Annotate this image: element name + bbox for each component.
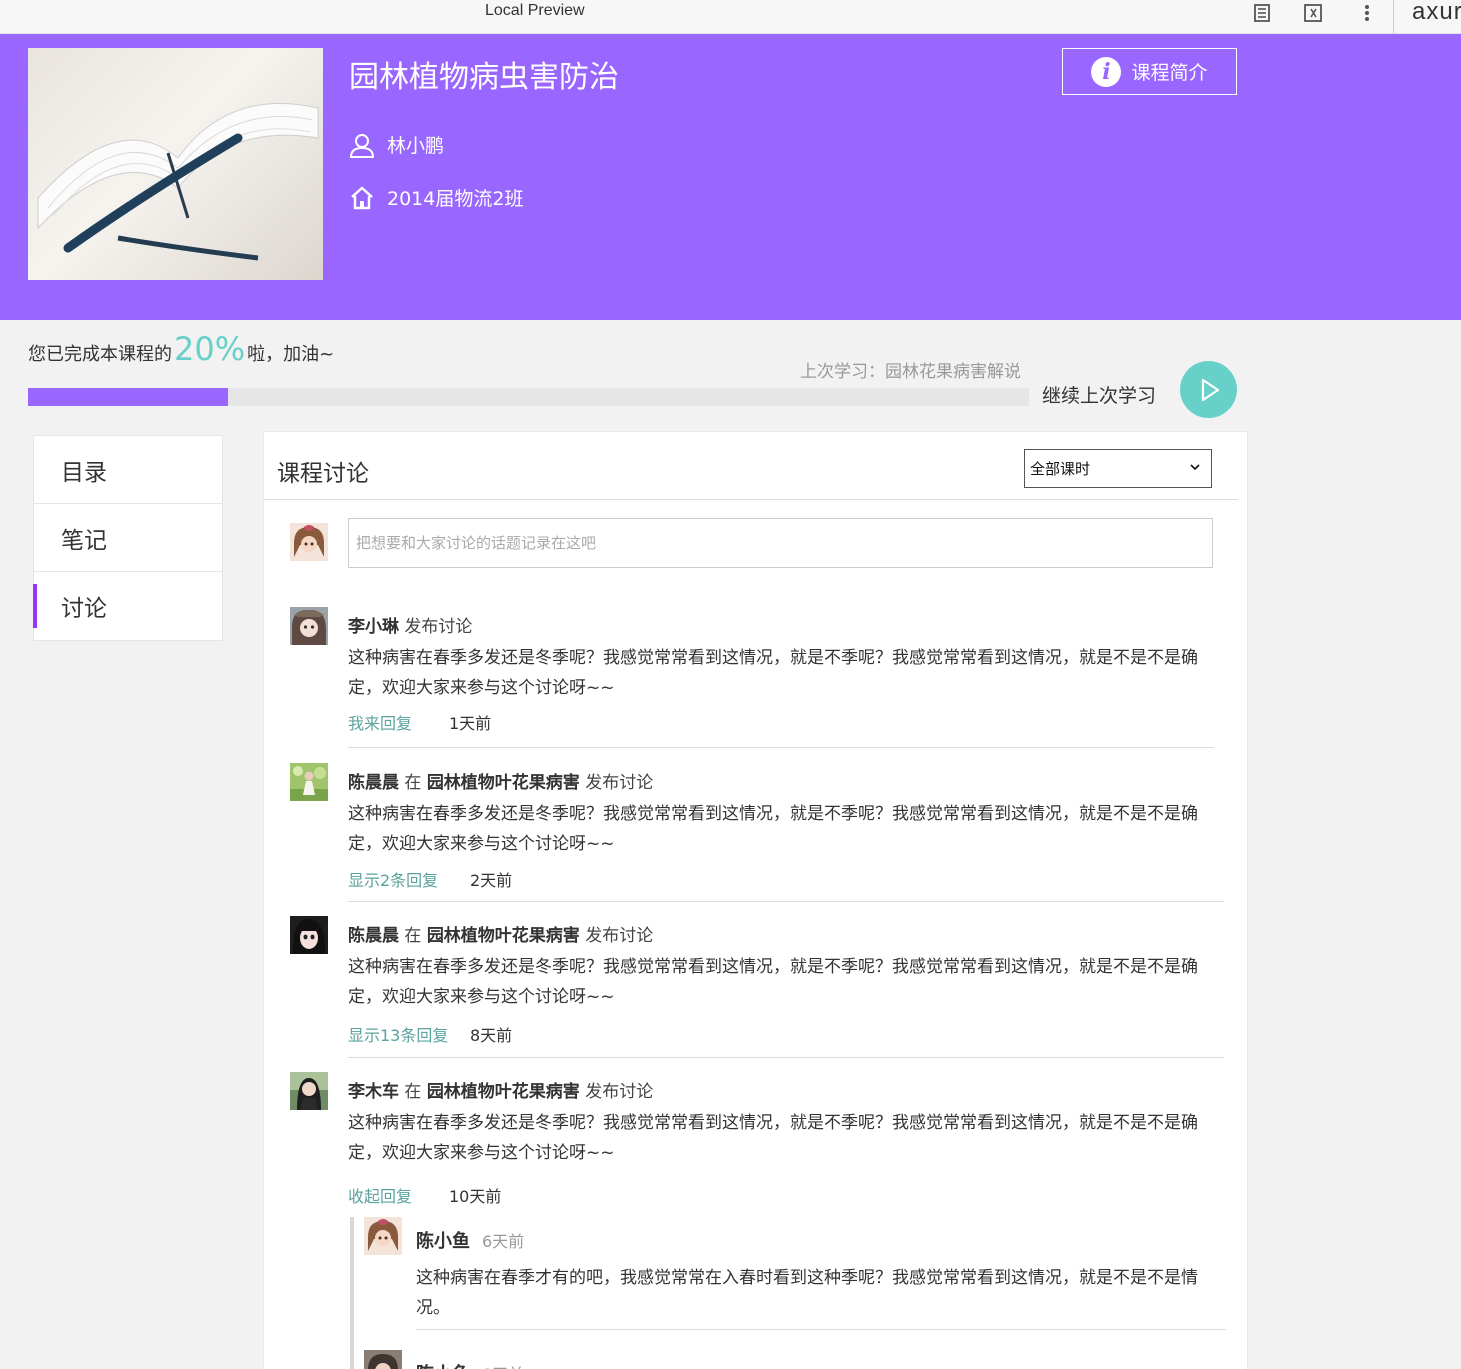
class-row: 2014届物流2班 — [349, 184, 523, 211]
sidenav-item-label: 目录 — [61, 459, 107, 486]
post-author-name[interactable]: 李木车 — [348, 1082, 399, 1102]
discussion-compose-input[interactable] — [348, 518, 1213, 568]
post-author-avatar — [290, 763, 328, 801]
post-author-avatar — [290, 1072, 328, 1110]
window-title: Local Preview — [485, 2, 585, 19]
reply-author-name[interactable]: 陈小鱼 — [416, 1360, 470, 1369]
course-cover-image — [28, 48, 323, 280]
lesson-filter-select[interactable]: 全部课时 — [1024, 449, 1212, 488]
post-in-word: 在 — [404, 926, 422, 946]
sidenav-item-notes[interactable]: 笔记 — [34, 504, 222, 572]
post-time: 1天前 — [449, 714, 492, 733]
post-author-name[interactable]: 李小琳 — [348, 617, 399, 637]
progress-bar-fill — [28, 388, 229, 406]
post-author-name[interactable]: 陈晨晨 — [348, 926, 399, 946]
info-icon: i — [1091, 56, 1122, 87]
course-header: 园林植物病虫害防治 林小鹏 2014届物流2班 i 课程简介 — [0, 34, 1461, 320]
show-replies-button[interactable]: 显示2条回复 — [348, 867, 438, 891]
post-author-name[interactable]: 陈晨晨 — [348, 773, 399, 793]
preview-toolbar: Local Preview axur — [0, 0, 1461, 34]
show-replies-button[interactable]: 显示13条回复 — [348, 1022, 448, 1046]
discussion-title: 课程讨论 — [277, 461, 369, 487]
sidenav-item-discussion[interactable]: 讨论 — [33, 572, 222, 640]
class-name: 2014届物流2班 — [387, 188, 524, 210]
sidenav-item-label: 讨论 — [61, 596, 107, 622]
last-study-label: 上次学习：园林花果病害解说 — [800, 362, 1021, 382]
reply-divider — [416, 1329, 1226, 1330]
exit-fullscreen-icon[interactable] — [1302, 2, 1324, 24]
collapse-replies-button[interactable]: 收起回复 — [348, 1183, 412, 1207]
brand-logo: axur — [1412, 0, 1461, 25]
post-action: 发布讨论 — [585, 1082, 654, 1102]
lesson-filter-value: 全部课时 — [1030, 460, 1091, 478]
reply-body: 这种病害在春季才有的吧，我感觉常常在入春时看到这种季呢？我感觉常常看到这情况，就… — [416, 1268, 1198, 1318]
post-divider — [348, 901, 1224, 902]
post-author-line: 陈晨晨 在 园林植物叶花果病害 发布讨论 — [348, 921, 653, 946]
progress-summary: 您已完成本课程的 20% 啦，加油~ — [28, 330, 334, 368]
reply-time: 6天前 — [482, 1232, 525, 1251]
post-divider — [348, 1057, 1224, 1058]
post-body: 这种病害在春季多发还是冬季呢？我感觉常常看到这情况，就是不季呢？我感觉常常看到这… — [348, 1113, 1198, 1163]
discussion-header: 课程讨论 全部课时 — [264, 432, 1238, 500]
home-icon — [349, 185, 375, 211]
progress-bar — [28, 388, 1029, 406]
reply-thread: 陈小鱼 6天前 这种病害在春季才有的吧，我感觉常常在入春时看到这种季呢？我感觉常… — [350, 1217, 1226, 1369]
chevron-down-icon — [1190, 464, 1200, 471]
progress-suffix: 啦，加油~ — [247, 344, 335, 365]
discussion-panel: 课程讨论 全部课时 李小琳 发布讨论 这种病害在春季多发还是冬季呢？我感觉常常看… — [263, 431, 1248, 1369]
reply-author-avatar — [364, 1350, 402, 1369]
reply-author-name[interactable]: 陈小鱼 — [416, 1227, 470, 1253]
course-sidenav: 目录 笔记 讨论 — [33, 435, 223, 641]
post-body: 这种病害在春季多发还是冬季呢？我感觉常常看到这情况，就是不季呢？我感觉常常看到这… — [348, 648, 1198, 698]
current-user-avatar — [290, 523, 328, 561]
progress-percent: 20% — [174, 330, 246, 368]
post-time: 8天前 — [470, 1026, 513, 1045]
post-author-avatar — [290, 916, 328, 954]
sidenav-item-label: 笔记 — [61, 527, 107, 554]
post-author-avatar — [290, 607, 328, 645]
play-icon — [1201, 378, 1219, 401]
post-time: 10天前 — [449, 1187, 502, 1206]
course-intro-label: 课程简介 — [1131, 62, 1208, 84]
sidenav-item-catalog[interactable]: 目录 — [34, 436, 222, 504]
reply-time: 8天前 — [482, 1361, 524, 1369]
more-vertical-icon[interactable] — [1356, 2, 1378, 24]
continue-study-button[interactable] — [1180, 361, 1237, 418]
post-topic[interactable]: 园林植物叶花果病害 — [427, 926, 580, 946]
post-action: 发布讨论 — [585, 773, 654, 793]
post-author-line: 陈晨晨 在 园林植物叶花果病害 发布讨论 — [348, 768, 653, 793]
post-divider — [348, 747, 1214, 748]
teacher-row: 林小鹏 — [349, 131, 444, 158]
post-in-word: 在 — [404, 773, 422, 793]
post-body: 这种病害在春季多发还是冬季呢？我感觉常常看到这情况，就是不季呢？我感觉常常看到这… — [348, 957, 1198, 1007]
progress-prefix: 您已完成本课程的 — [28, 344, 172, 365]
course-title: 园林植物病虫害防治 — [349, 60, 619, 95]
post-time: 2天前 — [470, 871, 513, 890]
notes-icon[interactable] — [1251, 2, 1273, 24]
post-author-line: 李木车 在 园林植物叶花果病害 发布讨论 — [348, 1077, 653, 1102]
reply-button[interactable]: 我来回复 — [348, 710, 412, 734]
post-topic[interactable]: 园林植物叶花果病害 — [427, 1082, 580, 1102]
post-action: 发布讨论 — [404, 617, 473, 637]
user-icon — [349, 132, 375, 158]
post-topic[interactable]: 园林植物叶花果病害 — [427, 773, 580, 793]
post-action: 发布讨论 — [585, 926, 654, 946]
course-intro-button[interactable]: i 课程简介 — [1062, 48, 1237, 95]
post-body: 这种病害在春季多发还是冬季呢？我感觉常常看到这情况，就是不季呢？我感觉常常看到这… — [348, 804, 1198, 854]
teacher-name: 林小鹏 — [387, 135, 445, 157]
continue-study-label[interactable]: 继续上次学习 — [1042, 381, 1156, 408]
reply-author-avatar — [364, 1217, 402, 1255]
toolbar-separator — [1393, 0, 1394, 34]
post-in-word: 在 — [404, 1082, 422, 1102]
post-author-line: 李小琳 发布讨论 — [348, 612, 472, 637]
